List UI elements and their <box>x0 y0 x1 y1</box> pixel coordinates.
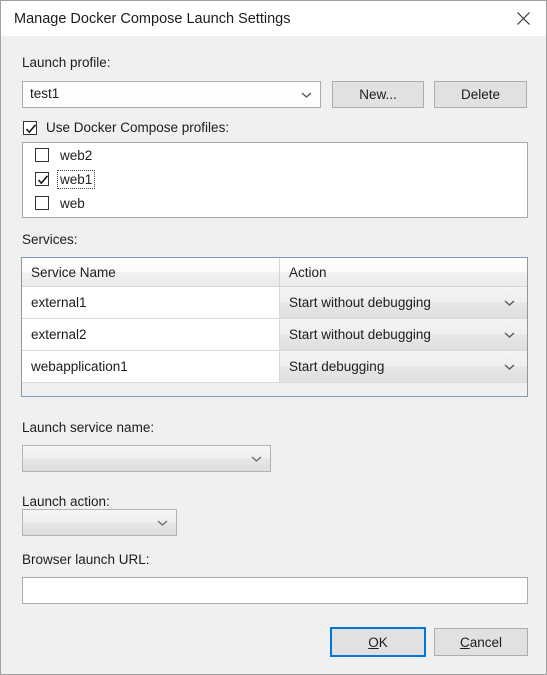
use-docker-compose-profiles-label: Use Docker Compose profiles: <box>46 120 230 135</box>
list-item[interactable]: web <box>23 191 527 215</box>
checkbox-box <box>23 120 37 135</box>
table-row[interactable]: external2 Start without debugging <box>22 319 527 351</box>
services-table[interactable]: Service Name Action external1 Start with… <box>21 257 528 397</box>
cancel-rest: ancel <box>469 634 503 650</box>
list-item[interactable]: web1 <box>23 167 527 191</box>
list-item[interactable]: web2 <box>23 143 527 167</box>
cell-action-dropdown[interactable]: Start debugging <box>280 351 527 382</box>
chevron-down-icon <box>301 91 312 98</box>
chevron-down-icon <box>504 363 515 370</box>
checkbox-box[interactable] <box>35 148 49 162</box>
chevron-down-icon <box>251 455 262 462</box>
cell-service-name: external1 <box>22 287 280 318</box>
cell-service-name: external2 <box>22 319 280 350</box>
checkmark-icon <box>25 123 37 133</box>
checkbox-box[interactable] <box>35 172 49 186</box>
chevron-down-icon <box>504 331 515 338</box>
cancel-button[interactable]: Cancel <box>434 628 528 656</box>
browser-launch-url-input[interactable] <box>22 577 528 604</box>
ok-button-label: OK <box>368 635 388 650</box>
launch-profile-value: test1 <box>30 86 60 101</box>
launch-profile-combobox[interactable]: test1 <box>22 81 321 108</box>
chevron-down-icon <box>504 299 515 306</box>
dialog-window: Manage Docker Compose Launch Settings La… <box>0 0 547 675</box>
checkbox-box[interactable] <box>35 196 49 210</box>
close-icon <box>516 11 530 25</box>
launch-action-combobox[interactable] <box>22 509 177 536</box>
cell-service-name: webapplication1 <box>22 351 280 382</box>
cell-action-dropdown[interactable]: Start without debugging <box>280 319 527 350</box>
launch-profile-label: Launch profile: <box>22 55 111 70</box>
new-profile-button[interactable]: New... <box>332 81 424 108</box>
table-header-row: Service Name Action <box>22 258 527 287</box>
profiles-listbox[interactable]: web2 web1 web <box>22 142 528 218</box>
checkmark-icon <box>37 175 49 185</box>
cell-action-value: Start without debugging <box>289 295 431 310</box>
cell-action-dropdown[interactable]: Start without debugging <box>280 287 527 318</box>
table-row[interactable]: external1 Start without debugging <box>22 287 527 319</box>
launch-service-name-label: Launch service name: <box>22 420 155 435</box>
launch-service-name-combobox[interactable] <box>22 445 271 472</box>
ok-accelerator: O <box>368 634 379 650</box>
list-item-label: web <box>60 195 85 211</box>
list-item-label: web1 <box>56 169 96 189</box>
cell-action-value: Start debugging <box>289 359 385 374</box>
ok-button[interactable]: OK <box>330 627 426 657</box>
table-empty-row <box>22 383 527 396</box>
page-title: Manage Docker Compose Launch Settings <box>14 11 291 27</box>
chevron-down-icon <box>157 519 168 526</box>
delete-profile-label: Delete <box>460 87 501 102</box>
cell-action-value: Start without debugging <box>289 327 431 342</box>
launch-action-label: Launch action: <box>22 494 110 509</box>
column-header-action[interactable]: Action <box>280 258 527 286</box>
list-item-label: web2 <box>60 147 93 163</box>
browser-launch-url-label: Browser launch URL: <box>22 552 150 567</box>
cancel-button-label: Cancel <box>460 635 502 650</box>
delete-profile-button[interactable]: Delete <box>434 81 527 108</box>
title-bar: Manage Docker Compose Launch Settings <box>1 1 546 36</box>
column-header-service-name[interactable]: Service Name <box>22 258 280 286</box>
close-button[interactable] <box>500 1 546 35</box>
cancel-accelerator: C <box>459 634 470 650</box>
use-docker-compose-profiles-checkbox[interactable]: Use Docker Compose profiles: <box>23 120 229 135</box>
services-label: Services: <box>22 232 78 247</box>
ok-rest: K <box>378 634 388 650</box>
new-profile-label: New... <box>359 87 397 102</box>
table-row[interactable]: webapplication1 Start debugging <box>22 351 527 383</box>
